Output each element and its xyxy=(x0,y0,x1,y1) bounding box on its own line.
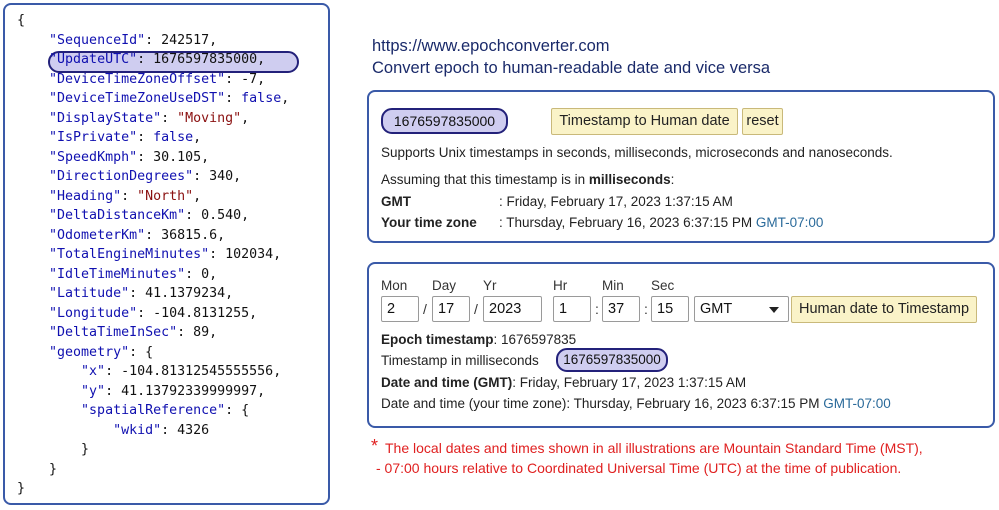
json-line: } xyxy=(17,481,26,496)
your-timezone-value: : Thursday, February 16, 2023 6:37:15 PM… xyxy=(499,215,824,230)
minute-label: Min xyxy=(602,278,624,293)
json-line: "Longitude": -104.8131255, xyxy=(49,305,258,321)
timestamp-to-human-button[interactable]: Timestamp to Human date xyxy=(551,108,738,135)
json-line: "Latitude": 41.1379234, xyxy=(49,286,234,301)
gmt-label: GMT xyxy=(381,194,411,209)
json-line: "TotalEngineMinutes": 102034, xyxy=(49,247,282,262)
json-line: "Heading": "North", xyxy=(49,188,202,204)
footnote-line-2: - 07:00 hours relative to Coordinated Un… xyxy=(376,460,902,476)
site-tagline: Convert epoch to human-readable date and… xyxy=(372,59,771,77)
milliseconds-value-highlight: 1676597835000 xyxy=(556,348,668,372)
date-separator: / xyxy=(423,301,427,317)
hour-label: Hr xyxy=(553,278,568,293)
support-note: Supports Unix timestamps in seconds, mil… xyxy=(381,145,893,160)
timestamp-to-human-panel: 1676597835000 Timestamp to Human date re… xyxy=(367,90,995,243)
json-line: "DeviceTimeZoneOffset": -7, xyxy=(49,71,266,87)
time-separator: : xyxy=(644,301,648,317)
json-line: "DisplayState": "Moving", xyxy=(49,110,250,126)
timezone-offset-link[interactable]: GMT-07:00 xyxy=(756,215,824,230)
json-line: "DeviceTimeZoneUseDST": false, xyxy=(49,91,290,106)
unit-milliseconds: milliseconds xyxy=(588,172,671,187)
json-line: } xyxy=(17,442,90,457)
timezone-select[interactable]: GMT xyxy=(694,296,789,322)
json-record-panel: { "SequenceId": 242517, "UpdateUTC": 167… xyxy=(3,3,330,505)
human-to-timestamp-button[interactable]: Human date to Timestamp xyxy=(791,296,977,323)
json-line: } xyxy=(17,461,58,477)
minute-input[interactable]: 37 xyxy=(602,296,640,322)
date-separator: / xyxy=(474,301,478,317)
month-input[interactable]: 2 xyxy=(381,296,419,322)
local-datetime-line: Date and time (your time zone): Thursday… xyxy=(381,396,891,411)
gmt-datetime-line: Date and time (GMT): Friday, February 17… xyxy=(381,375,747,390)
dropdown-arrow-icon xyxy=(769,307,779,313)
json-line: "DeltaTimeInSec": 89, xyxy=(49,325,218,340)
json-line: "IsPrivate": false, xyxy=(49,130,202,145)
json-line: "y": 41.13792339999997, xyxy=(81,383,266,399)
json-line: "geometry": { xyxy=(49,344,154,360)
site-url: https://www.epochconverter.com xyxy=(372,37,610,55)
footnote-asterisk: * xyxy=(371,436,379,456)
json-line: "DirectionDegrees": 340, xyxy=(49,169,242,184)
json-line: "SequenceId": 242517, xyxy=(49,32,218,48)
json-line: "DeltaDistanceKm": 0.540, xyxy=(49,208,250,223)
day-label: Day xyxy=(432,278,457,293)
month-label: Mon xyxy=(381,278,408,293)
json-line: { xyxy=(17,13,26,28)
timestamp-input[interactable]: 1676597835000 xyxy=(381,108,508,134)
human-to-timestamp-panel: Mon Day Yr Hr Min Sec 2 / 17 / 2023 1 : … xyxy=(367,262,995,428)
assumption-line: Assuming that this timestamp is in milli… xyxy=(381,172,675,187)
json-line: "OdometerKm": 36815.6, xyxy=(49,227,226,243)
year-label: Yr xyxy=(483,278,497,293)
hour-input[interactable]: 1 xyxy=(553,296,591,322)
year-input[interactable]: 2023 xyxy=(483,296,542,322)
reset-button[interactable]: reset xyxy=(742,108,783,135)
day-input[interactable]: 17 xyxy=(432,296,470,322)
gmt-value: : Friday, February 17, 2023 1:37:15 AM xyxy=(499,194,733,209)
json-line: "x": -104.81312545555556, xyxy=(81,364,282,379)
json-line: "UpdateUTC": 1676597835000, xyxy=(49,52,266,67)
timezone-offset-link[interactable]: GMT-07:00 xyxy=(823,396,891,411)
epoch-timestamp-line: Epoch timestamp: 1676597835 xyxy=(381,332,577,347)
json-line: "wkid": 4326 xyxy=(113,422,210,438)
json-line: "SpeedKmph": 30.105, xyxy=(49,149,210,165)
json-line: "spatialReference": { xyxy=(81,403,250,418)
milliseconds-label: Timestamp in milliseconds xyxy=(381,353,539,368)
second-label: Sec xyxy=(651,278,675,293)
json-line: "IdleTimeMinutes": 0, xyxy=(49,266,218,282)
time-separator: : xyxy=(595,301,599,317)
second-input[interactable]: 15 xyxy=(651,296,689,322)
footnote-line-1: The local dates and times shown in all i… xyxy=(385,440,923,456)
your-timezone-label: Your time zone xyxy=(381,215,477,230)
